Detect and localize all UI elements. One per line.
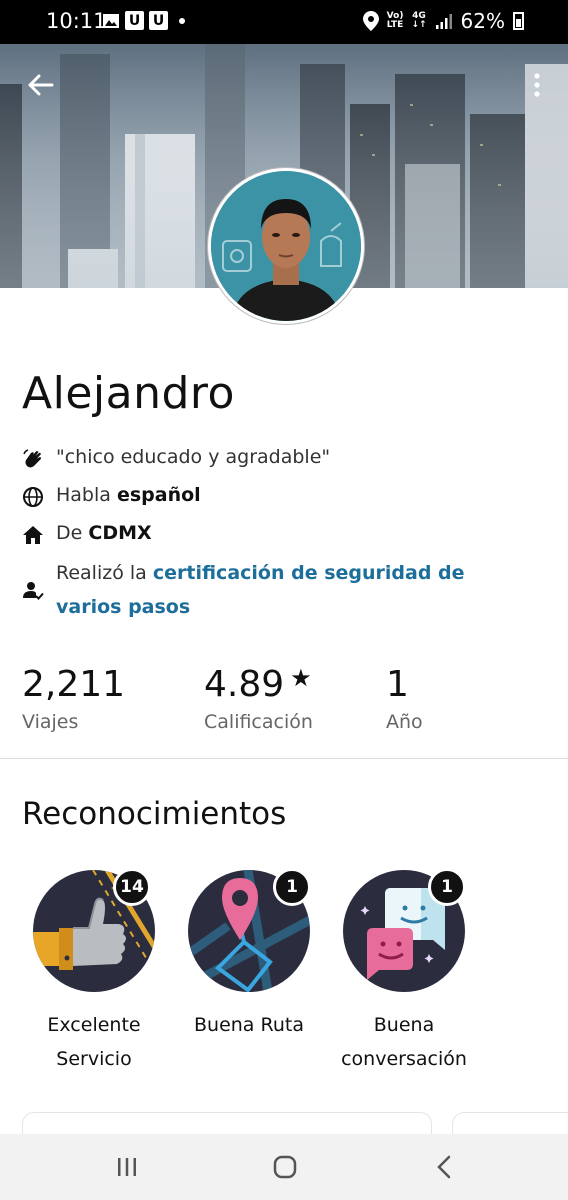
badge-count: 1 xyxy=(428,868,466,906)
battery-percent: 62% xyxy=(460,9,505,33)
recent-apps-icon[interactable] xyxy=(110,1150,144,1184)
origin-text: De CDMX xyxy=(56,522,152,544)
avatar xyxy=(208,168,364,324)
home-house-icon xyxy=(23,526,43,544)
back-icon[interactable] xyxy=(428,1150,462,1184)
badge-count: 14 xyxy=(113,868,151,906)
certification-text: Realizó la certificación de seguridad de… xyxy=(56,562,465,618)
u-app-icon: U xyxy=(149,11,168,30)
stat-years: 1 Año xyxy=(386,664,423,733)
signal-icon xyxy=(435,14,452,29)
system-nav-bar xyxy=(0,1134,568,1200)
badge-label: Buena conversación xyxy=(341,1014,467,1070)
u-app-icon: U xyxy=(125,11,144,30)
more-notifications-dot xyxy=(179,17,185,24)
language-value: español xyxy=(116,484,201,506)
location-icon xyxy=(362,11,379,31)
battery-icon xyxy=(513,12,524,30)
back-arrow-icon[interactable] xyxy=(26,70,56,100)
recognition-excellent-service[interactable]: 14 Excelente Servicio xyxy=(19,868,169,1076)
network-type: 4G ↓↑ xyxy=(411,11,427,30)
status-right: Vo) LTE 4G ↓↑ 62% xyxy=(362,9,524,33)
rating-value: 4.89 ★ xyxy=(204,664,312,705)
recognition-good-route[interactable]: 1 Buena Ruta xyxy=(174,868,324,1042)
image-icon xyxy=(103,13,119,28)
years-label: Año xyxy=(386,711,423,733)
badge-label: Buena Ruta xyxy=(194,1014,304,1036)
wave-hand-icon xyxy=(23,449,42,468)
notification-icons: U U xyxy=(102,11,185,30)
rating-label: Calificación xyxy=(204,711,313,733)
quote-row: "chico educado y agradable" xyxy=(22,446,330,474)
stat-rating: 4.89 ★ Calificación xyxy=(204,664,313,733)
globe-icon xyxy=(23,487,43,507)
origin-value: CDMX xyxy=(88,522,152,544)
status-bar: 10:11 U U Vo) LTE 4G ↓↑ 62% xyxy=(0,0,568,44)
volte-indicator: Vo) LTE xyxy=(386,11,404,30)
recognition-good-conversation[interactable]: 1 Buena conversación xyxy=(329,868,479,1076)
verified-user-icon xyxy=(23,582,44,600)
badge-label: Excelente Servicio xyxy=(47,1014,141,1070)
years-count: 1 xyxy=(386,664,409,705)
stat-trips: 2,211 Viajes xyxy=(22,664,125,733)
trips-count: 2,211 xyxy=(22,664,126,705)
language-row: Habla español xyxy=(22,484,201,512)
origin-row: De CDMX xyxy=(22,522,152,550)
badge-count: 1 xyxy=(273,868,311,906)
recognitions-title: Reconocimientos xyxy=(22,796,287,832)
quote-text: "chico educado y agradable" xyxy=(56,446,331,468)
clock: 10:11 xyxy=(46,9,107,33)
star-icon: ★ xyxy=(290,664,312,692)
home-icon[interactable] xyxy=(268,1150,302,1184)
certification-row: Realizó la certificación de seguridad de… xyxy=(22,562,542,624)
divider xyxy=(0,758,568,759)
language-text: Habla español xyxy=(56,484,201,506)
driver-name: Alejandro xyxy=(22,368,235,419)
profile-photo xyxy=(211,171,361,321)
trips-label: Viajes xyxy=(22,711,79,733)
more-vertical-icon[interactable] xyxy=(526,68,548,102)
